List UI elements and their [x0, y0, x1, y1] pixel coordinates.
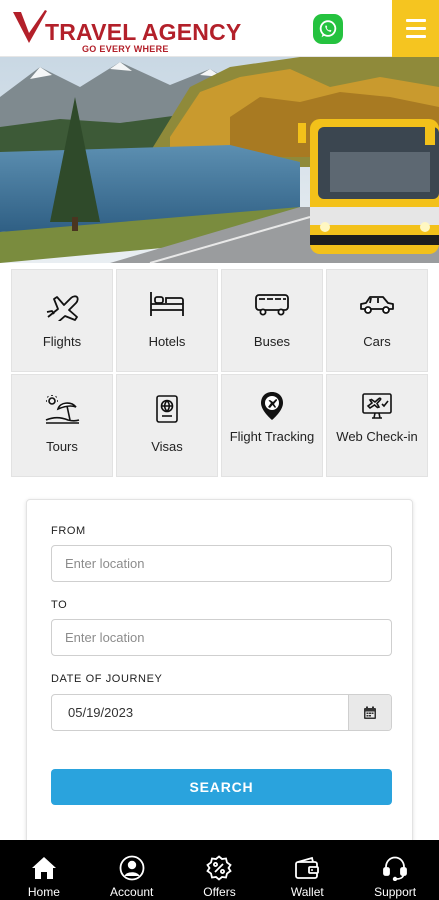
nav-support[interactable]: Support — [351, 840, 439, 900]
service-visas[interactable]: Visas — [116, 374, 218, 477]
flight-location-icon — [258, 389, 286, 423]
account-icon — [119, 854, 145, 882]
service-cars[interactable]: Cars — [326, 269, 428, 372]
service-label: Tours — [46, 439, 78, 454]
whatsapp-icon[interactable] — [313, 14, 343, 44]
nav-offers[interactable]: Offers — [176, 840, 264, 900]
v-logo-mark-icon — [13, 10, 47, 43]
bus-search-form: FROM TO DATE OF JOURNEY 05/19/2023 SEARC… — [26, 499, 413, 844]
brand-name: TRAVEL AGENCY — [45, 19, 242, 45]
from-location-input[interactable] — [51, 545, 392, 582]
offers-icon — [206, 854, 233, 882]
services-grid: Flights Hotels Buses Cars Tours Visas Fl… — [11, 269, 429, 477]
service-label: Visas — [151, 439, 183, 454]
bottom-navigation-bar: Home Account Offers Wallet Support — [0, 840, 439, 900]
hero-banner-image — [0, 57, 439, 263]
nav-label: Offers — [203, 885, 236, 899]
nav-wallet[interactable]: Wallet — [263, 840, 351, 900]
beach-umbrella-icon — [43, 392, 81, 426]
service-label: Hotels — [148, 334, 186, 349]
service-tours[interactable]: Tours — [11, 374, 113, 477]
bed-icon — [148, 287, 186, 321]
from-label: FROM — [51, 525, 86, 537]
airplane-icon — [44, 287, 80, 321]
bus-icon — [253, 287, 291, 321]
nav-label: Home — [27, 885, 60, 899]
nav-label: Support — [374, 885, 417, 899]
support-icon — [382, 854, 408, 882]
nav-account[interactable]: Account — [88, 840, 176, 900]
service-label: Buses — [253, 334, 291, 349]
to-location-input[interactable] — [51, 619, 392, 656]
nav-label: Wallet — [290, 885, 324, 899]
car-icon — [358, 287, 396, 321]
service-flight-tracking[interactable]: Flight Tracking — [221, 374, 323, 477]
search-button[interactable]: SEARCH — [51, 769, 392, 805]
hamburger-menu-icon[interactable] — [392, 0, 439, 57]
date-of-journey-field[interactable]: 05/19/2023 — [51, 694, 392, 731]
brand-tagline: GO EVERY WHERE — [82, 44, 169, 54]
service-buses[interactable]: Buses — [221, 269, 323, 372]
home-icon — [31, 854, 57, 882]
service-label: Cars — [363, 334, 391, 349]
passport-icon — [151, 392, 183, 426]
travel-agency-logo[interactable]: TRAVEL AGENCY GO EVERY WHERE — [12, 9, 241, 54]
nav-home[interactable]: Home — [0, 840, 88, 900]
to-label: TO — [51, 599, 68, 611]
service-hotels[interactable]: Hotels — [116, 269, 218, 372]
service-flights[interactable]: Flights — [11, 269, 113, 372]
nav-label: Account — [110, 885, 154, 899]
service-label: Flights — [42, 334, 82, 349]
date-value: 05/19/2023 — [68, 705, 134, 720]
calendar-icon[interactable] — [348, 695, 391, 730]
service-label: Flight Tracking — [229, 429, 315, 444]
service-web-check-in[interactable]: Web Check-in — [326, 374, 428, 477]
web-checkin-icon — [360, 389, 394, 423]
wallet-icon — [294, 854, 320, 882]
date-of-journey-label: DATE OF JOURNEY — [51, 673, 163, 685]
app-header: TRAVEL AGENCY GO EVERY WHERE — [0, 0, 439, 57]
service-label: Web Check-in — [336, 429, 418, 444]
